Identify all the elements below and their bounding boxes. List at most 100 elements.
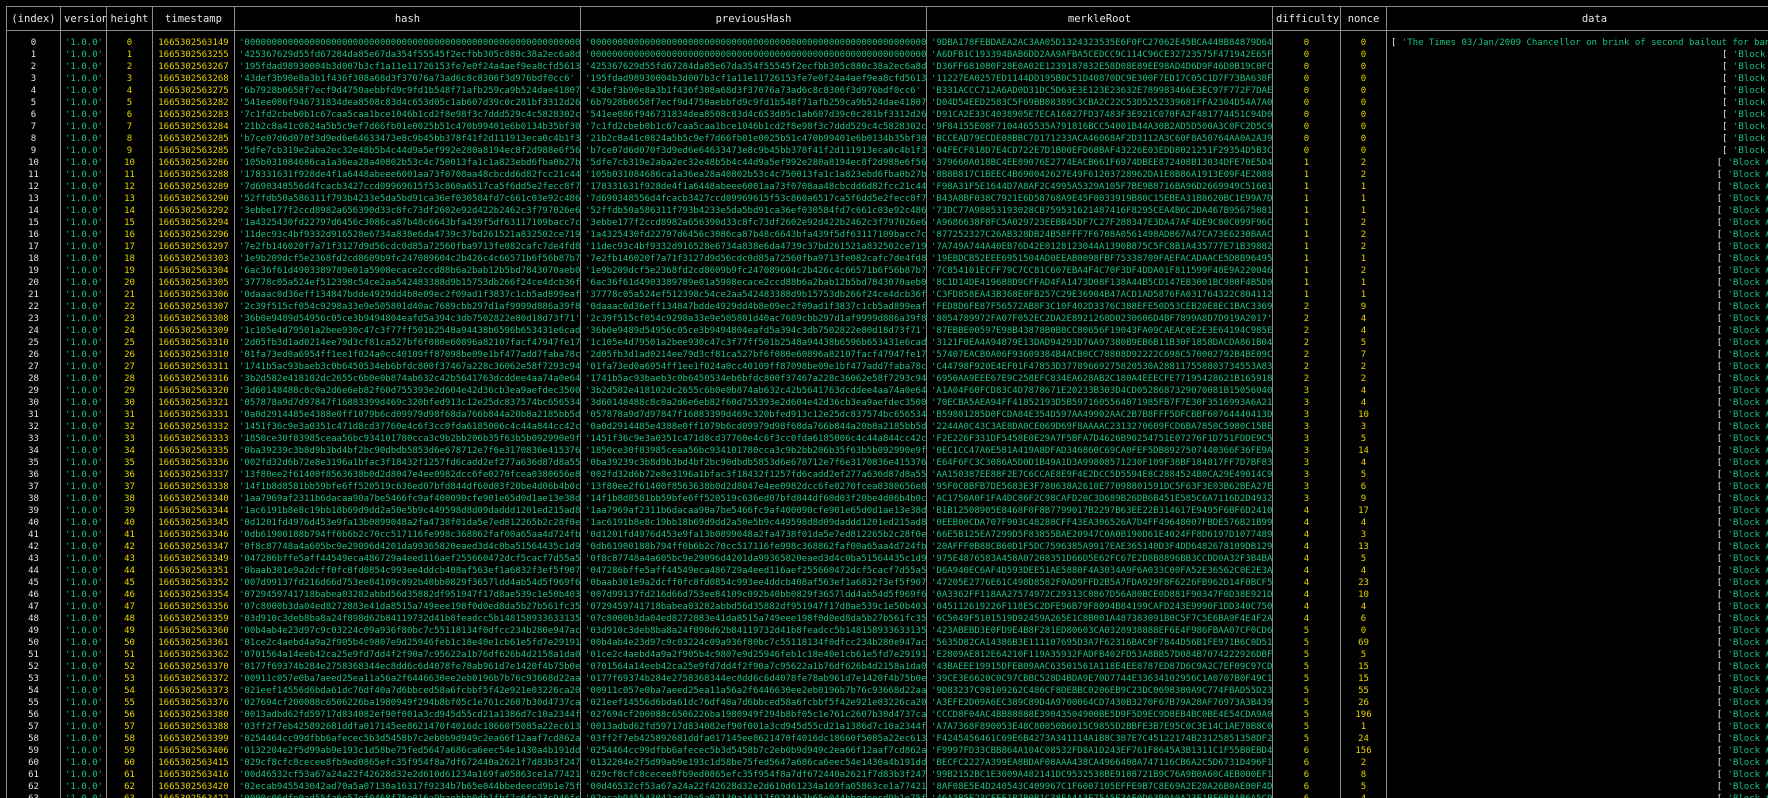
cell-difficulty: 4 [1272,601,1341,613]
cell-previous-hash: '7d690348556d4fcacb3427ccd09969615f53c86… [580,193,927,205]
cell-timestamp: 1665302563356 [152,601,235,613]
cell-data: [ 'Block #9' ] [1386,145,1768,157]
cell-nonce: 15 [1340,673,1387,685]
table-row: 61'1.0.0' 61 1665302563416'00d46532cf53a67… [6,769,1768,781]
cell-hash: '0132204e2f5d99ab9e193c1d58be75fed5647a6… [234,745,581,757]
cell-data: [ 'Block #22' ] [1386,301,1768,313]
cell-version: '1.0.0' [60,277,107,289]
cell-index: 58 [6,733,61,745]
array-bracket-open: [ [1716,218,1723,228]
cell-height: 15 [106,217,153,229]
cell-height: 7 [106,121,153,133]
cell-data: [ 'Block #56' ] [1386,709,1768,721]
cell-timestamp: 1665302563372 [152,673,235,685]
data-value: 'Block #26' [1727,350,1768,360]
cell-merkle-root: 'A1A04F60FCD83C4D7878671E20233B303D4CD05… [926,385,1273,397]
cell-hash: '43def3b90e8a3b1f436f308a68d3f37076a73ad… [234,73,581,85]
cell-hash: '541ee086f946731834dea8508c83d4c653d05c1… [234,97,581,109]
cell-index: 4 [6,85,61,97]
cell-data: [ 'Block #27' ] [1386,361,1768,373]
cell-data: [ 'Block #51' ] [1386,649,1768,661]
cell-data: [ 'Block #43' ] [1386,553,1768,565]
cell-difficulty: 0 [1272,121,1341,133]
cell-difficulty: 5 [1272,625,1341,637]
cell-nonce: 1 [1340,277,1387,289]
cell-version: '1.0.0' [60,721,107,733]
table-row: 20'1.0.0' 20 1665302563305'37778c05a524ef5… [6,277,1768,289]
cell-height: 30 [106,397,153,409]
data-value: 'Block #18' [1727,254,1768,264]
cell-hash: '1aa7969af2311b6dacaa90a7be5466fc9af4000… [234,493,581,505]
cell-timestamp: 1665302563311 [152,361,235,373]
cell-nonce: 5 [1340,649,1387,661]
cell-height: 32 [106,421,153,433]
cell-nonce: 2 [1340,373,1387,385]
cell-merkle-root: '11227EA0257ED1144DD195B0C51D40870DC9E30… [926,73,1273,85]
cell-data: [ 'Block #8' ] [1386,133,1768,145]
table-row: 45'1.0.0' 45 1665302563352'007d99137fd216d… [6,577,1768,589]
cell-index: 30 [6,397,61,409]
cell-hash: '002fd32d6b72e8e3196a1bfac3f18432f1257fd… [234,457,581,469]
cell-data: [ 'Block #5' ] [1386,97,1768,109]
cell-previous-hash: '21b2c8a41c0824a5b5c9ef7d66fb01e0025b51c… [580,133,927,145]
cell-height: 57 [106,721,153,733]
cell-difficulty: 4 [1272,517,1341,529]
cell-previous-hash: '00b4ab4e23d97c9c03224c09a936f80bc7c5511… [580,637,927,649]
cell-timestamp: 1665302563303 [152,253,235,265]
cell-version: '1.0.0' [60,157,107,169]
cell-index: 61 [6,769,61,781]
data-value: 'Block #34' [1727,446,1768,456]
cell-difficulty: 5 [1272,685,1341,697]
array-bracket-open: [ [1716,602,1723,612]
cell-merkle-root: 'A3EFE2D09A6EC389C89D4A9700064CD7430B327… [926,697,1273,709]
cell-version: '1.0.0' [60,781,107,793]
cell-height: 53 [106,673,153,685]
cell-previous-hash: '1850ce30f83985ceaa56bc934101780cca3c9b2… [580,445,927,457]
cell-nonce: 3 [1340,421,1387,433]
cell-index: 25 [6,337,61,349]
cell-difficulty: 3 [1272,481,1341,493]
cell-hash: '0701564a14eeb42ca25e9fd7dd4f2f90a7c9562… [234,649,581,661]
cell-difficulty: 3 [1272,445,1341,457]
data-value: 'Block #38' [1727,494,1768,504]
cell-timestamp: 1665302563288 [152,169,235,181]
cell-difficulty: 6 [1272,793,1341,798]
column-header-nonce: nonce [1340,6,1387,31]
cell-version: '1.0.0' [60,229,107,241]
cell-difficulty: 1 [1272,193,1341,205]
cell-nonce: 5 [1340,553,1387,565]
table-row: 32'1.0.0' 32 1665302563332'1451f36c9e3a035… [6,421,1768,433]
column-header-index: (index) [6,6,61,31]
array-bracket-open: [ [1716,290,1723,300]
cell-timestamp: 1665302563376 [152,697,235,709]
array-bracket-open: [ [1716,194,1723,204]
cell-nonce: 5 [1340,337,1387,349]
cell-previous-hash: '002fd32d6b72e8e3196a1bfac3f18432f1257fd… [580,469,927,481]
cell-version: '1.0.0' [60,169,107,181]
cell-data: [ 'Block #62' ] [1386,781,1768,793]
cell-version: '1.0.0' [60,661,107,673]
cell-index: 13 [6,193,61,205]
cell-index: 3 [6,73,61,85]
cell-nonce: 13 [1340,541,1387,553]
array-bracket-open: [ [1716,590,1723,600]
cell-index: 59 [6,745,61,757]
table-row: 6'1.0.0' 6 1665302563283'7c1fd2cbeb0b1c67c… [6,109,1768,121]
cell-timestamp: 1665302563338 [152,481,235,493]
array-bracket-open: [ [1716,758,1723,768]
cell-height: 45 [106,577,153,589]
cell-nonce: 4 [1340,313,1387,325]
cell-merkle-root: '57407EACB0A06F93609384B4ACB0CC78808D922… [926,349,1273,361]
cell-merkle-root: '9D83237C98109262C486CF8DEBBC0206EB9C23D… [926,685,1273,697]
table-row: 3'1.0.0' 3 1665302563268'43def3b90e8a3b1f4… [6,73,1768,85]
cell-index: 9 [6,145,61,157]
cell-merkle-root: '9DBA178FEBDAEA2AC3AA05D1324323535E6F0FC… [926,37,1273,49]
cell-previous-hash: '7e2fb146020f7a71f3127d9d56cdc0d85a72560… [580,253,927,265]
array-bracket-open: [ [1716,674,1723,684]
data-value: 'Block #48' [1727,614,1768,624]
cell-height: 6 [106,109,153,121]
cell-data: [ 'Block #3' ] [1386,73,1768,85]
array-bracket-open: [ [1716,482,1723,492]
cell-nonce: 1 [1340,181,1387,193]
cell-previous-hash: '1c105e4d79501a2bee930c47c3f77ff501b2548… [580,337,927,349]
